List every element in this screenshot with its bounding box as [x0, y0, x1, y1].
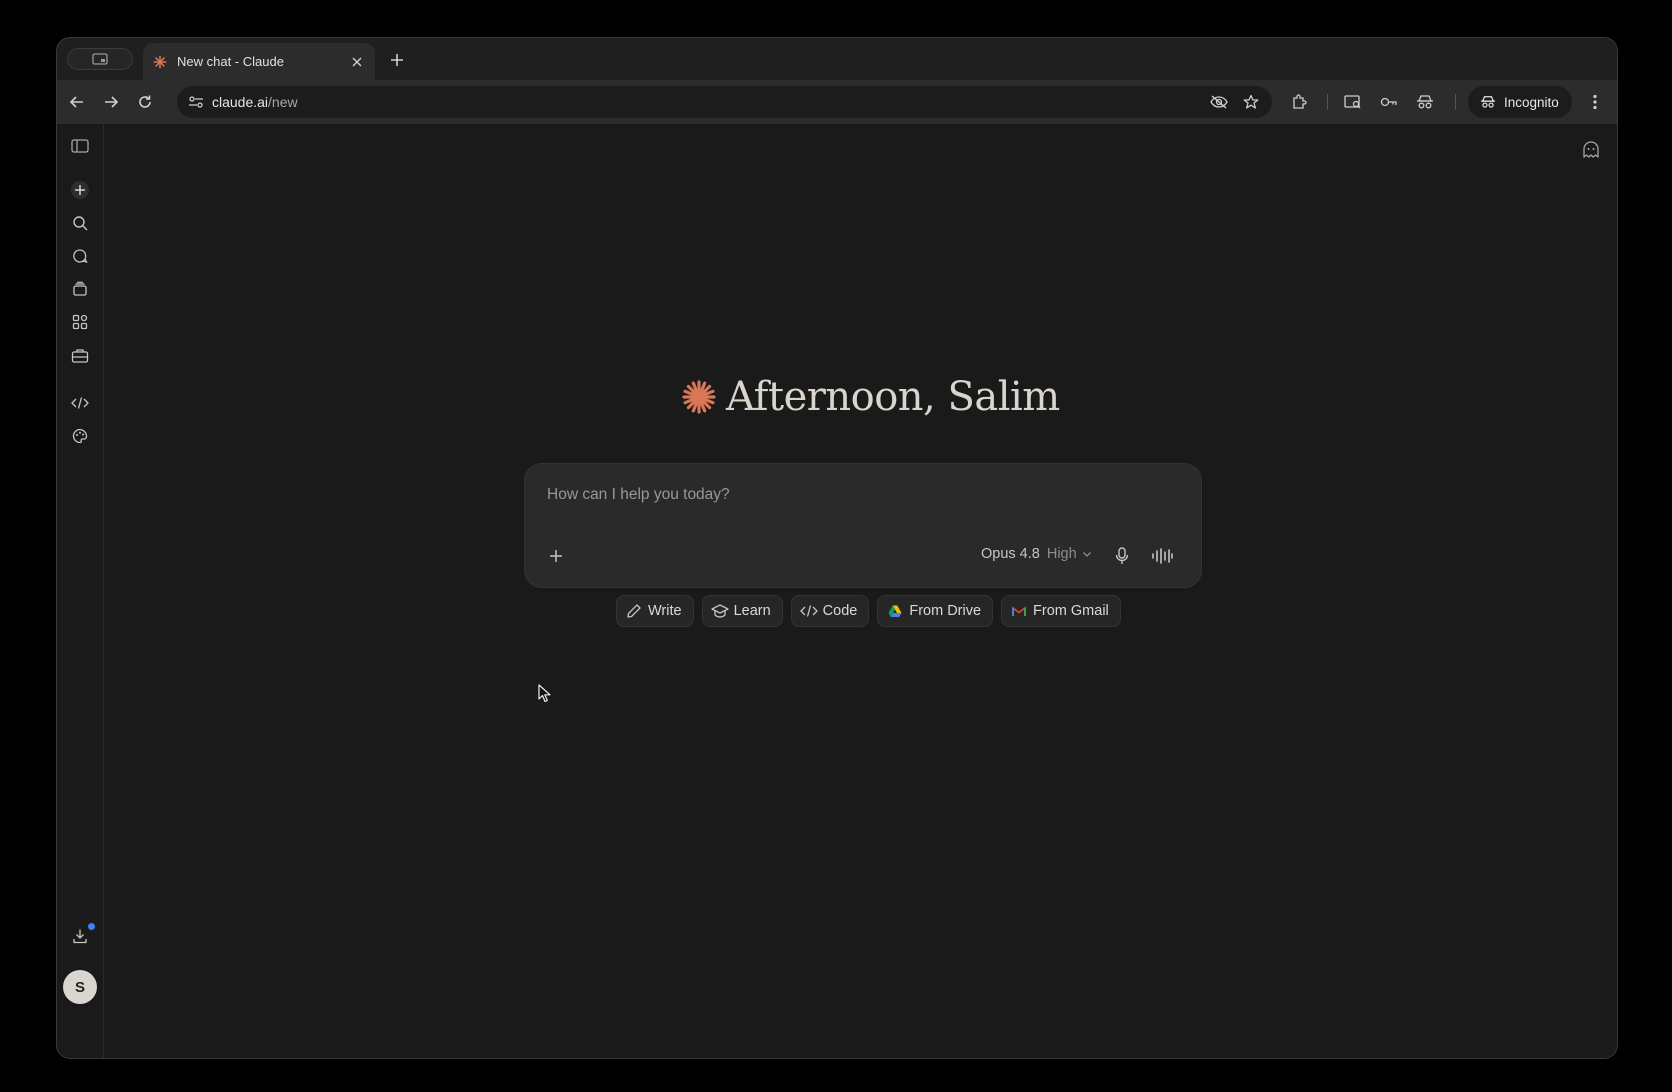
microphone-icon — [1115, 547, 1129, 564]
sidebar: S — [57, 124, 104, 1058]
chat-input[interactable] — [545, 480, 1169, 510]
address-bar[interactable]: claude.ai/new — [177, 86, 1272, 118]
voice-mode-button[interactable] — [1148, 543, 1176, 569]
claude-asterisk-icon — [682, 380, 716, 414]
chip-label: Code — [822, 603, 858, 619]
chevron-down-icon — [1082, 551, 1092, 558]
reload-button[interactable] — [131, 88, 159, 116]
tab-strip: New chat - Claude — [57, 38, 1617, 80]
pencil-icon — [625, 602, 643, 620]
url-path: /new — [268, 94, 298, 110]
code-icon — [799, 602, 818, 620]
code-icon[interactable] — [68, 391, 92, 415]
site-settings-icon[interactable] — [187, 93, 205, 111]
projects-icon[interactable] — [68, 277, 92, 301]
chip-code[interactable]: Code — [790, 595, 870, 627]
arrow-right-icon — [105, 96, 119, 108]
browser-toolbar: claude.ai/new Incognito — [57, 80, 1617, 124]
chip-write[interactable]: Write — [616, 595, 694, 627]
back-button[interactable] — [63, 88, 91, 116]
chip-from-gmail[interactable]: From Gmail — [1001, 595, 1121, 627]
plus-icon — [550, 550, 562, 562]
suggestion-chips: Write Learn Code From Drive From Gmail — [616, 595, 1121, 627]
tab-title: New chat - Claude — [177, 54, 284, 69]
incognito-icon — [1417, 95, 1433, 109]
reload-icon — [139, 95, 151, 108]
key-icon — [1380, 97, 1397, 107]
search-tab-icon — [1344, 95, 1361, 109]
waveform-icon — [1152, 548, 1173, 564]
browser-window: New chat - Claude claude.ai/new Incognit… — [56, 37, 1618, 1059]
chip-label: Write — [648, 603, 682, 619]
chip-learn[interactable]: Learn — [701, 595, 783, 627]
more-vertical-icon — [1593, 94, 1597, 110]
forward-button[interactable] — [97, 88, 125, 116]
sidebar-toggle-icon[interactable] — [68, 134, 92, 158]
mouse-cursor-icon — [538, 684, 552, 708]
google-drive-icon — [886, 602, 904, 620]
greeting-text: Afternoon, Salim — [726, 374, 1060, 420]
palette-icon[interactable] — [68, 424, 92, 448]
url-text: claude.ai/new — [212, 94, 298, 110]
reading-mode-button[interactable] — [1339, 88, 1367, 116]
eye-off-icon[interactable] — [1209, 92, 1229, 112]
incognito-icon — [1480, 95, 1496, 109]
chats-icon[interactable] — [68, 244, 92, 268]
chip-from-drive[interactable]: From Drive — [877, 595, 994, 627]
toolbox-icon[interactable] — [68, 344, 92, 368]
claude-app: S Afternoon, Salim Opus 4.8 High — [57, 124, 1617, 1058]
bookmark-star-icon[interactable] — [1241, 92, 1261, 112]
gmail-icon — [1010, 602, 1028, 620]
browser-menu-button[interactable] — [1581, 88, 1609, 116]
puzzle-icon — [1293, 94, 1307, 109]
incognito-badge[interactable]: Incognito — [1468, 86, 1572, 118]
add-attachment-button[interactable] — [543, 543, 569, 569]
extensions-button[interactable] — [1285, 88, 1313, 116]
password-button[interactable] — [1375, 88, 1403, 116]
incognito-chat-icon[interactable] — [1579, 138, 1603, 162]
model-selector[interactable]: Opus 4.8 High — [981, 546, 1092, 562]
claude-asterisk-icon — [153, 55, 167, 69]
chip-label: From Gmail — [1033, 603, 1109, 619]
arrow-left-icon — [69, 96, 83, 108]
incognito-label: Incognito — [1504, 94, 1559, 110]
tab-active[interactable]: New chat - Claude — [143, 43, 375, 80]
url-host: claude.ai — [212, 94, 269, 110]
close-icon[interactable] — [345, 50, 369, 74]
model-name: Opus 4.8 — [981, 546, 1040, 562]
composer: Opus 4.8 High — [524, 463, 1202, 588]
new-tab-button[interactable] — [385, 48, 409, 72]
toolbar-divider — [1455, 94, 1456, 110]
tab-group-icon — [92, 53, 108, 65]
incognito-tool-button[interactable] — [1411, 88, 1439, 116]
tab-search-button[interactable] — [67, 48, 133, 70]
chip-label: Learn — [733, 603, 771, 619]
artifacts-icon[interactable] — [68, 310, 92, 334]
graduation-cap-icon — [710, 602, 729, 620]
effort-level: High — [1046, 546, 1077, 562]
chip-label: From Drive — [909, 603, 982, 619]
greeting: Afternoon, Salim — [682, 374, 1060, 420]
microphone-button[interactable] — [1109, 543, 1135, 569]
avatar[interactable]: S — [63, 970, 97, 1004]
new-chat-icon[interactable] — [68, 178, 92, 202]
notification-badge — [88, 923, 95, 930]
toolbar-divider — [1327, 94, 1328, 110]
plus-icon — [391, 54, 403, 66]
search-icon[interactable] — [68, 211, 92, 235]
